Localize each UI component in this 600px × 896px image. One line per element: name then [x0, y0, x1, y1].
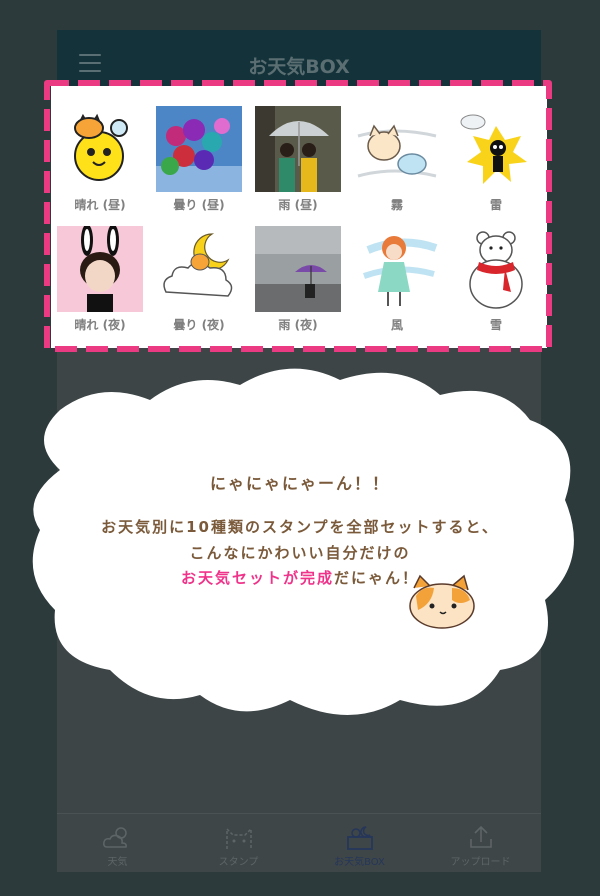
- message-line-4: お天気セットが完成だにゃん！: [0, 567, 600, 588]
- speech-cloud: [32, 368, 574, 715]
- message-line-1: にゃにゃにゃーん！！: [209, 474, 390, 493]
- message-line-2: お天気別に10種類のスタンプを全部セットすると、: [101, 518, 499, 536]
- message-line-3: こんなにかわいい自分だけの: [189, 544, 411, 562]
- cat-face-sticker-icon: [409, 574, 475, 629]
- message-highlight: お天気セットが完成: [180, 569, 334, 587]
